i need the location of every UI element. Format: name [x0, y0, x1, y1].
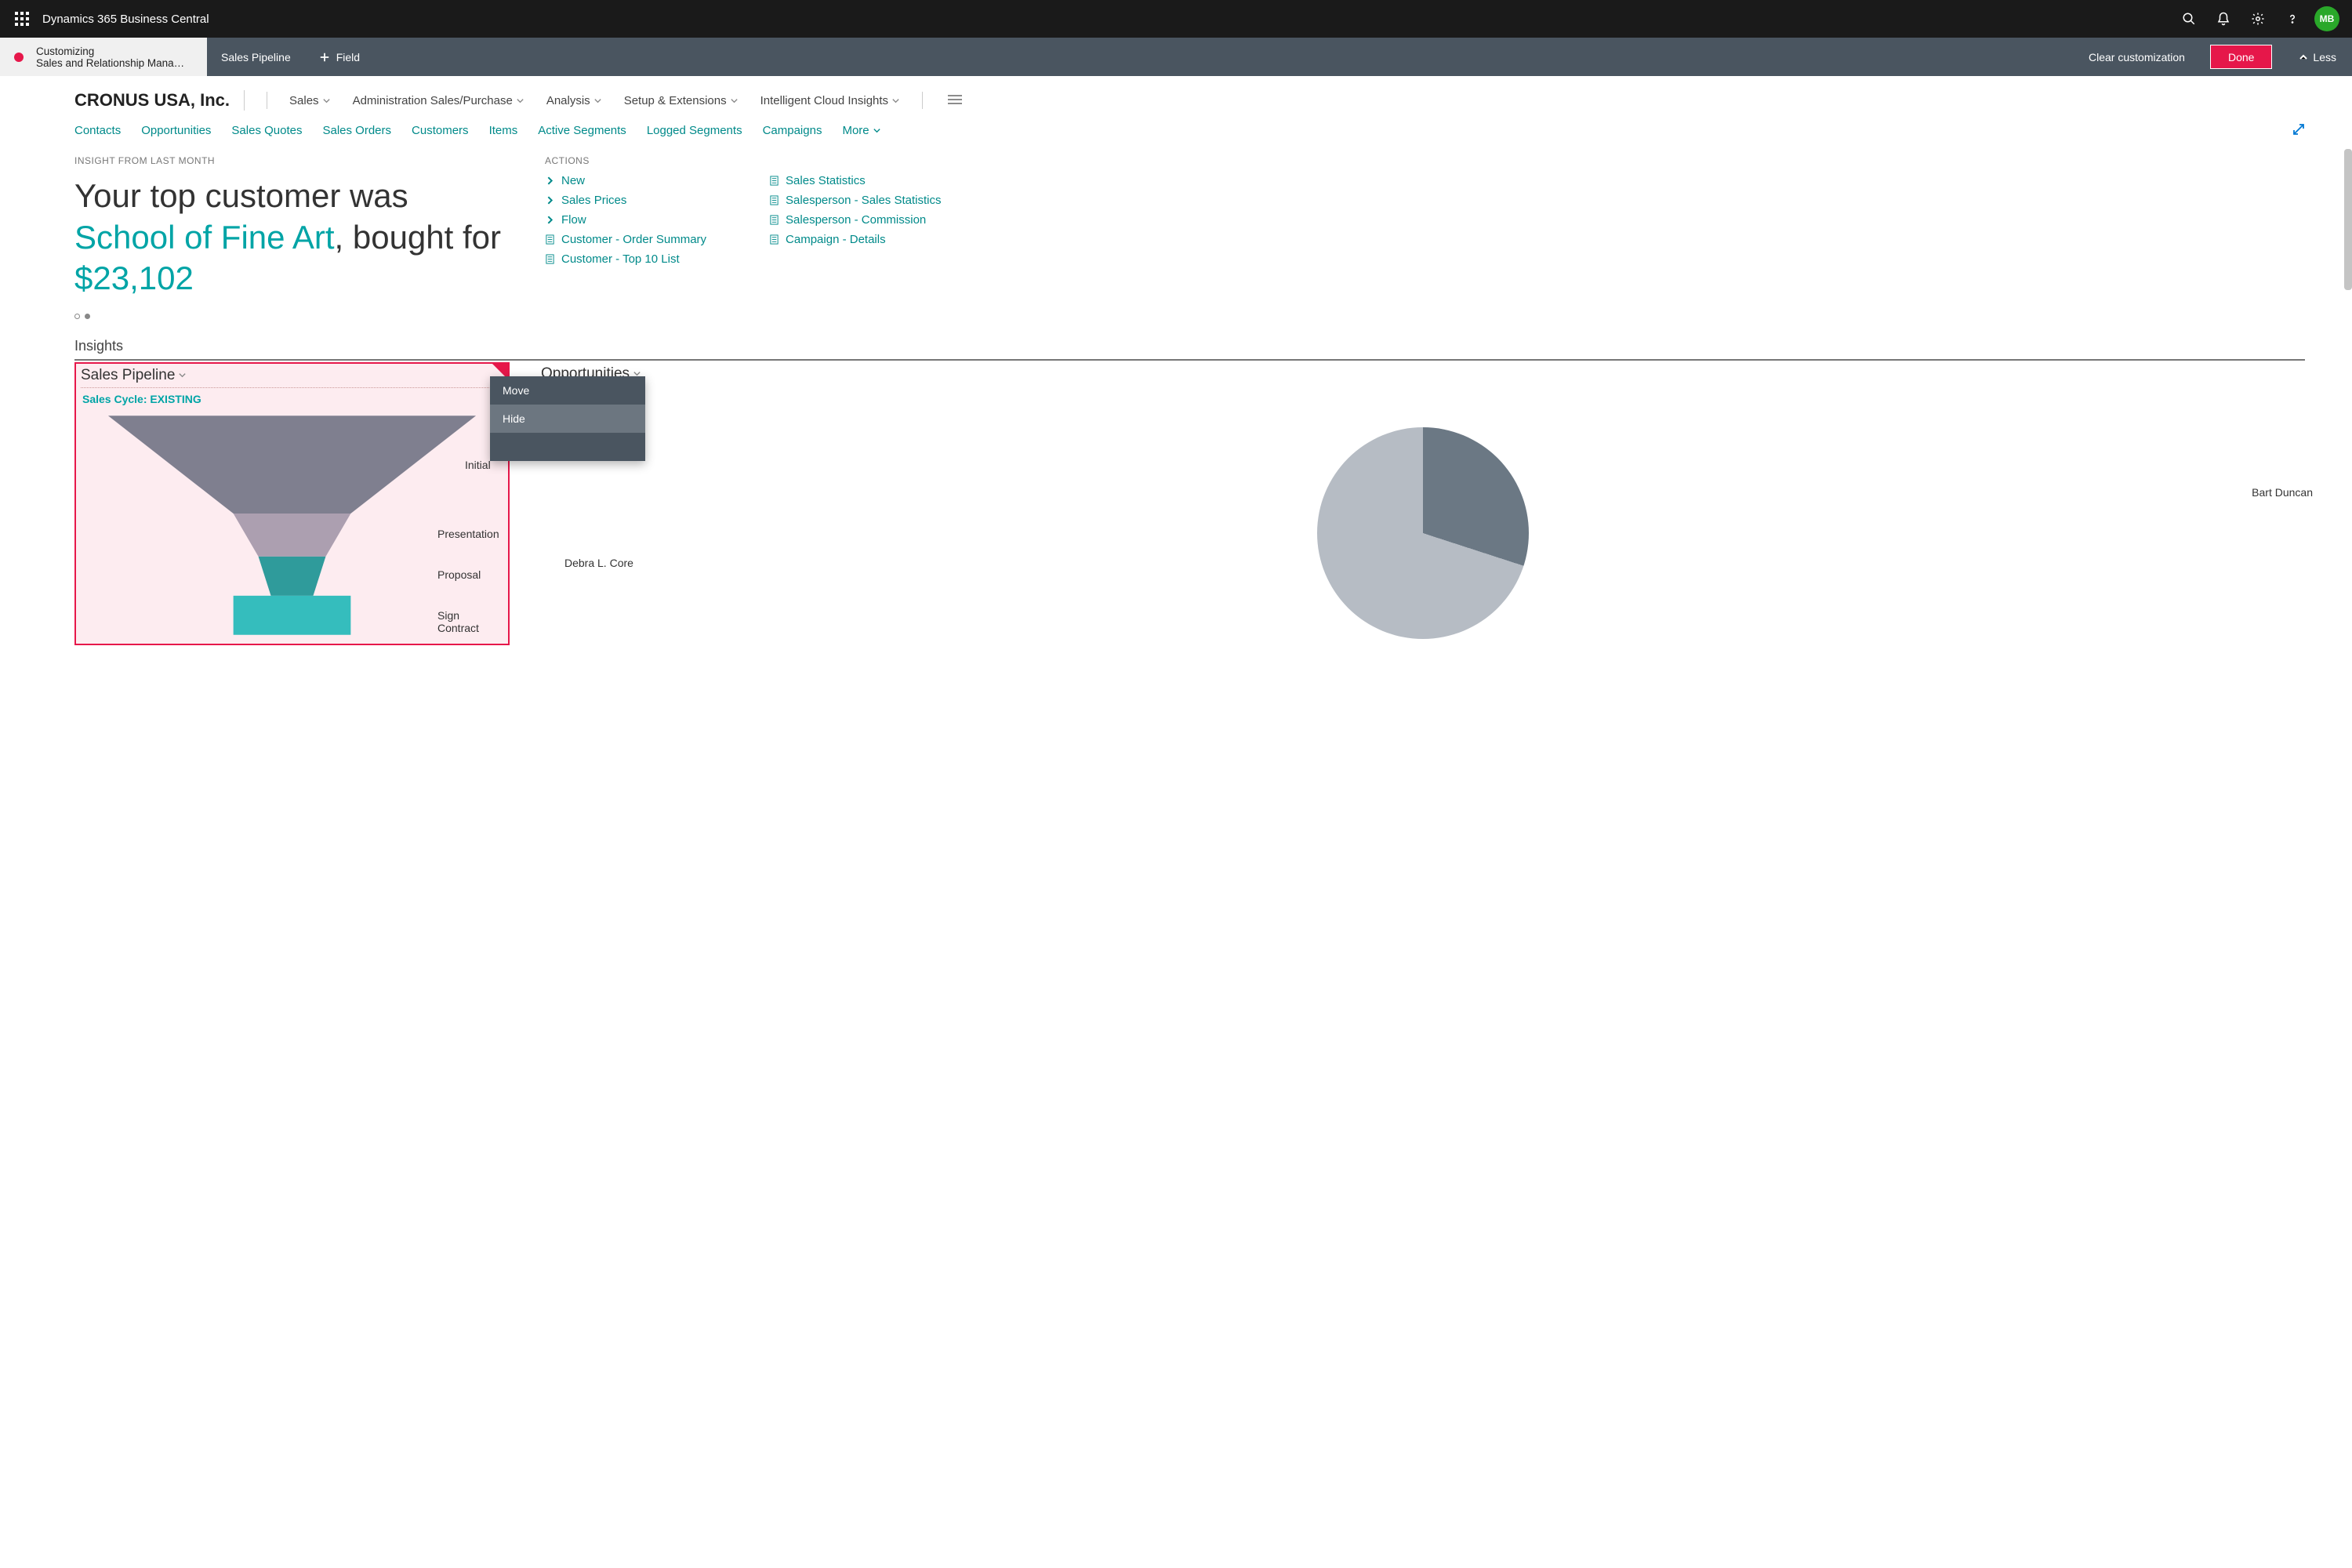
context-menu-move[interactable]: Move [490, 376, 645, 405]
sub-navigation: Contacts Opportunities Sales Quotes Sale… [0, 118, 2352, 149]
funnel-stage-proposal: Proposal [437, 568, 481, 581]
actions-col-2: Sales Statistics Salesperson - Sales Sta… [769, 174, 941, 266]
pie-label-debra: Debra L. Core [564, 557, 633, 569]
help-icon[interactable] [2275, 0, 2310, 38]
insight-label: INSIGHT FROM LAST MONTH [74, 155, 514, 166]
user-avatar[interactable]: MB [2314, 6, 2339, 31]
app-title: Dynamics 365 Business Central [42, 13, 209, 26]
insight-amount: $23,102 [74, 260, 194, 296]
scrollbar[interactable] [2344, 149, 2352, 290]
actions-col-1: New Sales Prices Flow Customer - Order S… [545, 174, 706, 266]
opportunities-filter[interactable]: h | .. 04/30/19 [541, 386, 2305, 408]
pager-dot-2[interactable] [85, 314, 90, 319]
nav-campaigns[interactable]: Campaigns [763, 124, 822, 137]
pager-dot-1[interactable] [74, 314, 80, 319]
divider [922, 92, 923, 109]
card-title-opportunities[interactable]: Opportunities [541, 362, 2305, 386]
add-field-label: Field [336, 51, 360, 64]
pie-chart: Bart Duncan Debra L. Core [541, 408, 2305, 659]
main-menu: Sales Administration Sales/Purchase Anal… [289, 94, 900, 107]
menu-analysis[interactable]: Analysis [546, 94, 602, 107]
nav-sales-orders[interactable]: Sales Orders [322, 124, 391, 137]
menu-sales[interactable]: Sales [289, 94, 331, 107]
customizing-label: Customizing [36, 45, 196, 57]
insights-section-title: Insights [74, 338, 2305, 361]
nav-opportunities[interactable]: Opportunities [141, 124, 211, 137]
menu-intelligent-cloud[interactable]: Intelligent Cloud Insights [760, 94, 900, 107]
settings-icon[interactable] [2241, 0, 2275, 38]
funnel-chart: Initial Presentation Proposal Sign Contr… [81, 412, 503, 639]
company-name[interactable]: CRONUS USA, Inc. [74, 90, 245, 111]
action-sales-prices[interactable]: Sales Prices [545, 194, 706, 207]
less-toggle[interactable]: Less [2283, 38, 2352, 76]
notifications-icon[interactable] [2206, 0, 2241, 38]
nav-contacts[interactable]: Contacts [74, 124, 121, 137]
context-menu-hide[interactable]: Hide [490, 405, 645, 433]
action-sales-statistics[interactable]: Sales Statistics [769, 174, 941, 187]
pie-label-bart: Bart Duncan [2252, 486, 2313, 499]
sales-cycle-filter[interactable]: Sales Cycle: EXISTING [81, 390, 503, 412]
nav-items[interactable]: Items [489, 124, 518, 137]
funnel-stage-sign-contract: Sign Contract [437, 609, 503, 634]
menu-admin-sales-purchase[interactable]: Administration Sales/Purchase [353, 94, 524, 107]
more-menu-icon[interactable] [948, 94, 962, 107]
pie-graphic [1317, 427, 1529, 639]
app-launcher-icon[interactable] [8, 12, 36, 26]
done-button[interactable]: Done [2210, 45, 2272, 69]
clear-customization-link[interactable]: Clear customization [2074, 38, 2199, 76]
expand-icon[interactable] [2292, 123, 2305, 138]
page-header: CRONUS USA, Inc. Sales Administration Sa… [0, 76, 2352, 118]
actions-label: ACTIONS [545, 155, 2305, 166]
customize-bar: Customizing Sales and Relationship Mana…… [0, 38, 2352, 76]
card-title-sales-pipeline[interactable]: Sales Pipeline [81, 364, 503, 388]
action-customer-order-summary[interactable]: Customer - Order Summary [545, 233, 706, 246]
card-opportunities[interactable]: Opportunities h | .. 04/30/19 Bart Dunca… [541, 362, 2305, 659]
customize-target[interactable]: Sales Pipeline [207, 38, 305, 76]
funnel-stage-presentation: Presentation [437, 528, 499, 540]
actions-panel: ACTIONS New Sales Prices Flow Customer -… [545, 155, 2305, 319]
add-field-button[interactable]: Field [305, 38, 374, 76]
action-customer-top10[interactable]: Customer - Top 10 List [545, 252, 706, 266]
insight-headline: Your top customer was School of Fine Art… [74, 176, 514, 299]
nav-logged-segments[interactable]: Logged Segments [647, 124, 742, 137]
customizing-indicator: Customizing Sales and Relationship Mana… [0, 38, 207, 76]
menu-setup-extensions[interactable]: Setup & Extensions [624, 94, 739, 107]
insight-pager[interactable] [74, 314, 514, 319]
nav-customers[interactable]: Customers [412, 124, 469, 137]
context-menu-spacer [490, 433, 645, 461]
less-label: Less [2313, 51, 2336, 64]
context-menu: Move Hide [490, 376, 645, 461]
nav-active-segments[interactable]: Active Segments [538, 124, 626, 137]
insight-panel: INSIGHT FROM LAST MONTH Your top custome… [74, 155, 514, 319]
global-header: Dynamics 365 Business Central MB [0, 0, 2352, 38]
customizing-page-name: Sales and Relationship Mana… [36, 57, 196, 69]
action-new[interactable]: New [545, 174, 706, 187]
recording-dot-icon [14, 53, 24, 62]
action-flow[interactable]: Flow [545, 213, 706, 227]
search-icon[interactable] [2172, 0, 2206, 38]
card-sales-pipeline[interactable]: Sales Pipeline Sales Cycle: EXISTING Ini… [74, 362, 510, 645]
action-salesperson-commission[interactable]: Salesperson - Commission [769, 213, 941, 227]
action-campaign-details[interactable]: Campaign - Details [769, 233, 941, 246]
nav-more[interactable]: More [842, 124, 880, 137]
nav-sales-quotes[interactable]: Sales Quotes [231, 124, 302, 137]
action-salesperson-statistics[interactable]: Salesperson - Sales Statistics [769, 194, 941, 207]
insight-customer[interactable]: School of Fine Art [74, 219, 335, 256]
funnel-stage-initial: Initial [465, 459, 491, 471]
